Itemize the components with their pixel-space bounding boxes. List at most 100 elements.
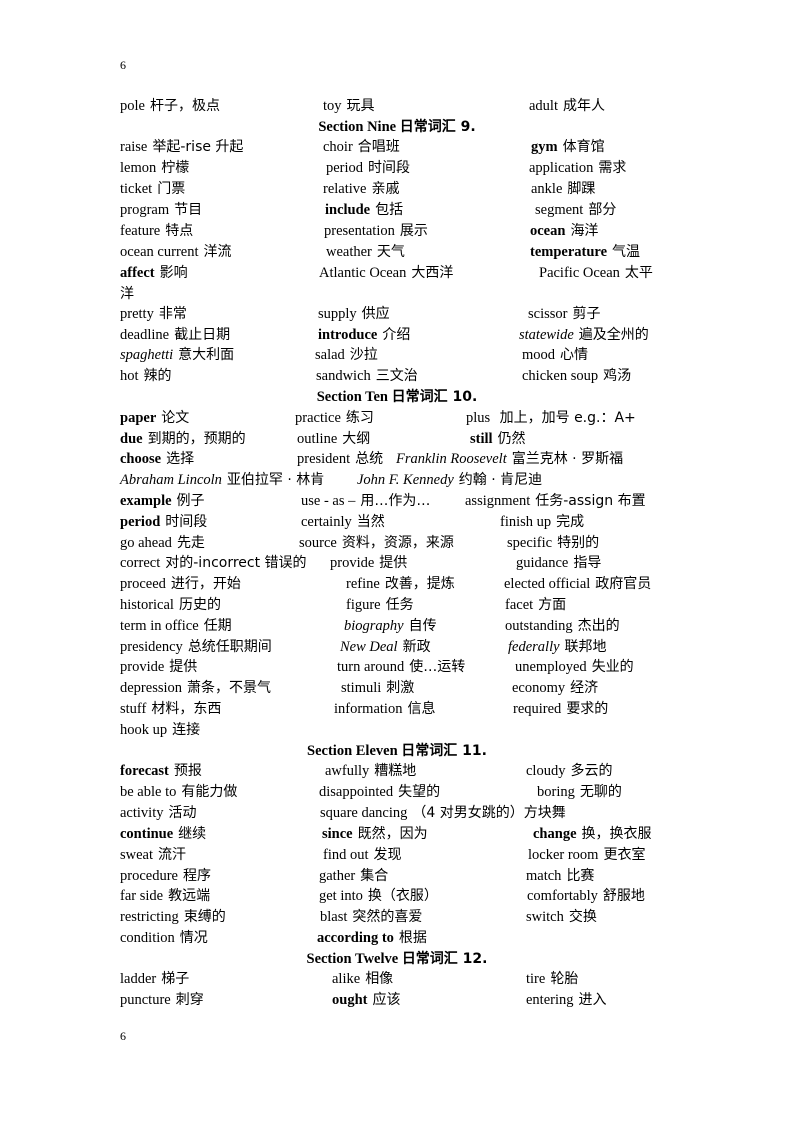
vocab-entry: be able to 有能力做: [120, 782, 237, 803]
english-term: activity: [120, 805, 164, 821]
vocab-entry: hook up 连接: [120, 720, 200, 741]
vocab-entry: plus 加上，加号 e.g.：A+: [466, 408, 636, 429]
chinese-translation: 总统: [355, 451, 384, 467]
chinese-translation: 海洋: [570, 223, 599, 239]
vocab-entry: specific 特别的: [507, 533, 599, 554]
vocab-entry: feature 特点: [120, 221, 193, 242]
vocab-entry: president 总统: [297, 449, 383, 470]
section-title: Section Eleven: [307, 743, 398, 759]
chinese-translation: 太平: [624, 265, 653, 281]
chinese-translation: 提供: [379, 555, 408, 571]
vocab-entry: pretty 非常: [120, 304, 187, 325]
vocab-entry: proceed 进行，开始: [120, 574, 241, 595]
english-term: raise: [120, 139, 148, 155]
english-term: gather: [319, 868, 356, 884]
english-term: tire: [526, 971, 546, 987]
vocab-row: ladder 梯子 alike 相像 tire 轮胎: [0, 969, 794, 990]
english-term: supply: [318, 306, 357, 322]
vocab-entry: statewide 遍及全州的: [519, 325, 649, 346]
english-term: president: [297, 451, 351, 467]
chinese-translation: 到期的，预期的: [147, 431, 246, 447]
vocab-entry: John F. Kennedy 约翰 · 肯尼迪: [357, 470, 542, 491]
vocab-entry: entering 进入: [526, 990, 607, 1011]
vocab-entry: toy 玩具: [323, 96, 375, 117]
vocab-entry: pole 杆子，极点: [120, 96, 220, 117]
vocab-entry: locker room 更衣室: [528, 845, 645, 866]
vocab-entry: far side 教远端: [120, 886, 210, 907]
vocab-row: go ahead 先走 source 资料，资源，来源 specific 特别的: [0, 533, 794, 554]
vocab-entry: include 包括: [325, 200, 403, 221]
vocab-entry: square dancing （4 对男女跳的）方块舞: [320, 803, 566, 824]
english-term: assignment: [465, 493, 531, 509]
vocab-entry: since 既然，因为: [322, 824, 428, 845]
chinese-translation: 特点: [165, 223, 194, 239]
vocab-entry: outstanding 杰出的: [505, 616, 620, 637]
vocab-entry: facet 方面: [505, 595, 566, 616]
english-term: locker room: [528, 847, 599, 863]
section-title: Section Nine: [318, 119, 397, 135]
english-term: proceed: [120, 576, 166, 592]
chinese-translation: 门票: [157, 181, 186, 197]
chinese-translation: 换，换衣服: [581, 826, 652, 842]
english-term: go ahead: [120, 535, 172, 551]
english-term: be able to: [120, 784, 177, 800]
vocab-entry: certainly 当然: [301, 512, 385, 533]
vocab-entry: assignment 任务-assign 布置: [465, 491, 646, 512]
english-term: stuff: [120, 701, 147, 717]
english-term: sandwich: [316, 368, 371, 384]
wrapped-text: 洋: [120, 286, 134, 302]
chinese-translation: 玩具: [346, 98, 375, 114]
vocab-entry: condition 情况: [120, 928, 208, 949]
english-term: example: [120, 493, 172, 509]
vocab-row: provide 提供 turn around 使…运转 unemployed 失业的: [0, 657, 794, 678]
vocab-entry: disappointed 失望的: [319, 782, 440, 803]
chinese-translation: 萧条，不景气: [187, 680, 272, 696]
english-term: depression: [120, 680, 183, 696]
vocab-entry: gym 体育馆: [531, 137, 605, 158]
english-term: program: [120, 202, 170, 218]
vocab-row: depression 萧条，不景气 stimuli 刺激 economy 经济: [0, 678, 794, 699]
chinese-translation: 信息: [407, 701, 436, 717]
vocab-row: restricting 束缚的 blast 突然的喜爱 switch 交换: [0, 907, 794, 928]
chinese-translation: 大西洋: [411, 265, 454, 281]
vocab-row: procedure 程序 gather 集合 match 比赛: [0, 866, 794, 887]
english-term: presentation: [324, 223, 395, 239]
vocab-row: pretty 非常 supply 供应 scissor 剪子: [0, 304, 794, 325]
chinese-translation: 发现: [373, 847, 402, 863]
english-term: specific: [507, 535, 553, 551]
vocab-row: feature 特点 presentation 展示 ocean 海洋: [0, 221, 794, 242]
english-term: John F. Kennedy: [357, 472, 454, 488]
chinese-translation: 更衣室: [603, 847, 646, 863]
chinese-translation: 节目: [174, 202, 203, 218]
chinese-translation: 先走: [176, 535, 205, 551]
english-term: presidency: [120, 639, 183, 655]
vocab-row: forecast 预报 awfully 糟糕地 cloudy 多云的: [0, 761, 794, 782]
vocab-row: pole 杆子，极点 toy 玩具 adult 成年人: [0, 96, 794, 117]
chinese-translation: 交换: [568, 909, 597, 925]
vocab-entry: sweat 流汗: [120, 845, 186, 866]
english-term: chicken soup: [522, 368, 599, 384]
chinese-translation: 任务-assign 布置: [535, 493, 646, 509]
vocab-entry: switch 交换: [526, 907, 597, 928]
vocab-entry: Franklin Roosevelt 富兰克林 · 罗斯福: [396, 449, 623, 470]
english-term: introduce: [318, 327, 378, 343]
english-term: information: [334, 701, 403, 717]
english-term: Abraham Lincoln: [120, 472, 222, 488]
chinese-translation: 情况: [179, 930, 208, 946]
english-term: provide: [120, 659, 165, 675]
english-term: include: [325, 202, 371, 218]
chinese-translation: （4 对男女跳的）方块舞: [412, 805, 566, 821]
section-subtitle: 日常词汇 11.: [401, 743, 487, 759]
vocab-entry: blast 突然的喜爱: [320, 907, 422, 928]
section-subtitle: 日常词汇 10.: [391, 389, 478, 405]
chinese-translation: 教远端: [168, 888, 211, 904]
english-term: ladder: [120, 971, 157, 987]
chinese-translation: 亚伯拉罕 · 林肯: [226, 472, 325, 488]
vocab-entry: affect 影响: [120, 263, 188, 284]
vocab-entry: Atlantic Ocean 大西洋: [319, 263, 453, 284]
chinese-translation: 柠檬: [161, 160, 190, 176]
english-term: ought: [332, 992, 368, 1008]
chinese-translation: 集合: [360, 868, 389, 884]
vocab-row: correct 对的-incorrect 错误的 provide 提供 guidance…: [0, 553, 794, 574]
vocab-row: hook up 连接: [0, 720, 794, 741]
